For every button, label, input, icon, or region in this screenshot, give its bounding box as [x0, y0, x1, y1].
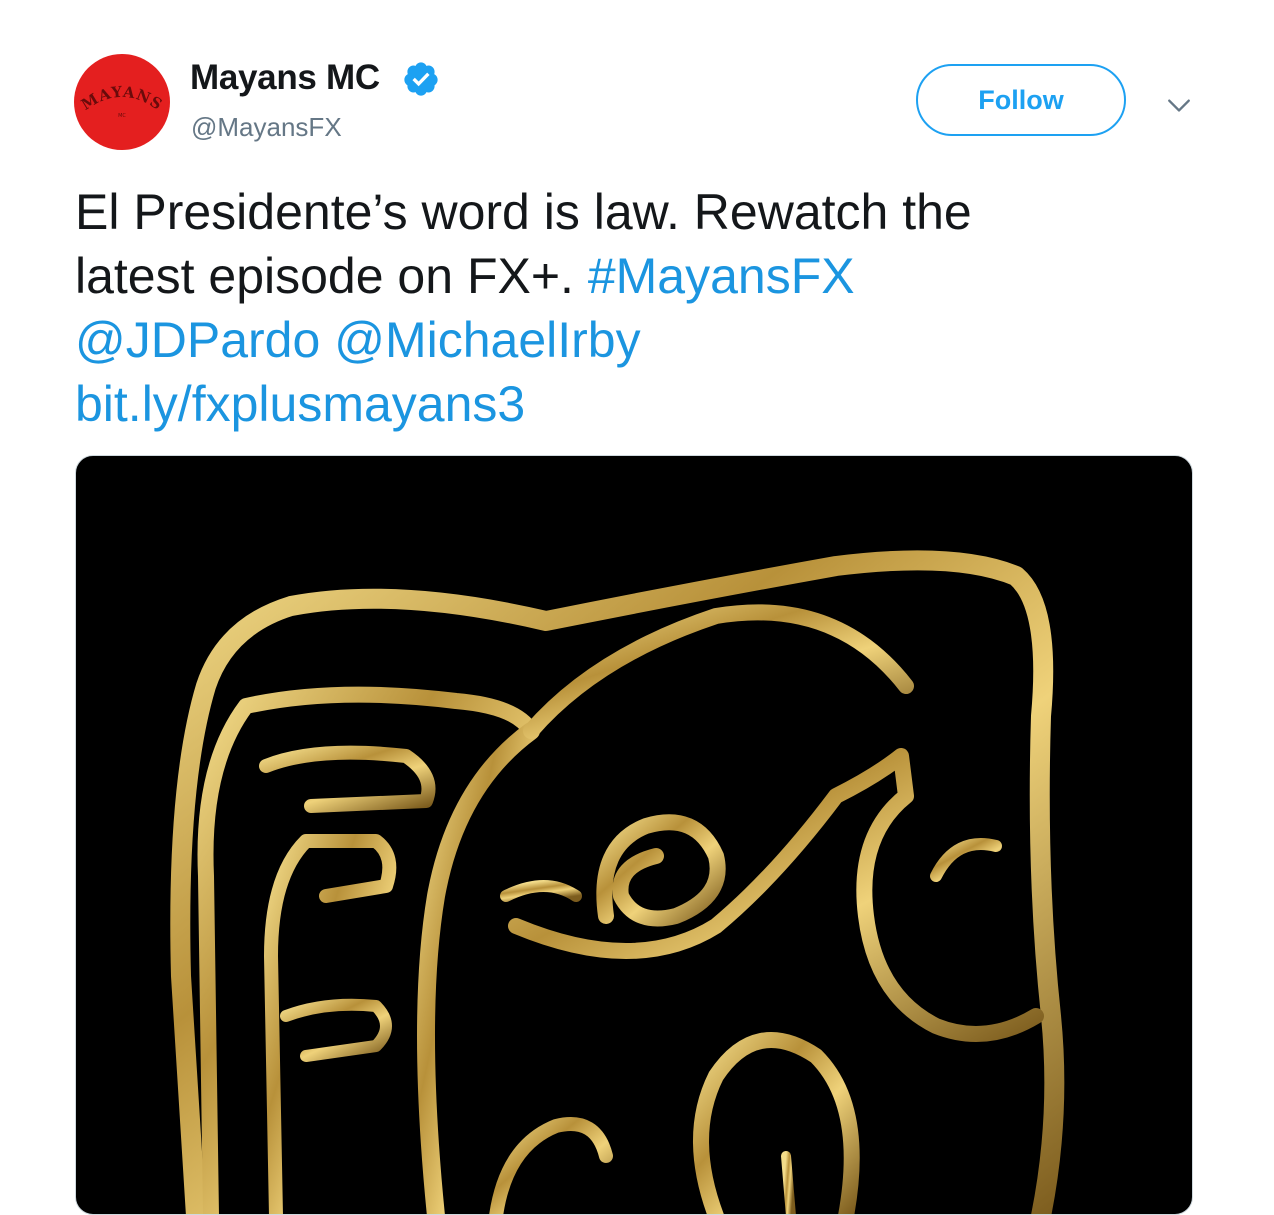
mayan-glyph-image [170, 550, 1065, 1214]
video-thumbnail[interactable] [75, 455, 1193, 1215]
tweet-text-line-2: latest episode on FX+. #MayansFX [75, 244, 1195, 308]
svg-text:MAYANS: MAYANS [78, 83, 166, 114]
avatar-logo-text: MAYANS [78, 83, 165, 114]
mention-link-michaelirby[interactable]: @MichaelIrby [334, 312, 640, 368]
tweet-text-fragment: latest episode on FX+. [75, 248, 574, 304]
display-name[interactable]: Mayans MC [190, 58, 380, 98]
user-handle[interactable]: @MayansFX [191, 112, 342, 143]
tweet-text: El Presidente’s word is law. Rewatch the… [75, 180, 1195, 436]
verified-badge-icon [404, 62, 438, 96]
tweet-text-line-3: @JDPardo @MichaelIrby [75, 308, 1195, 372]
url-link[interactable]: bit.ly/fxplusmayans3 [75, 376, 525, 432]
chevron-down-icon[interactable] [1166, 92, 1192, 118]
hashtag-link[interactable]: #MayansFX [588, 248, 855, 304]
mayans-logo-icon: MAYANS MC [78, 83, 166, 119]
avatar[interactable]: MAYANS MC [74, 54, 170, 150]
mention-link-jdpardo[interactable]: @JDPardo [75, 312, 320, 368]
tweet-text-line-4: bit.ly/fxplusmayans3 [75, 372, 1195, 436]
tweet-text-line-1: El Presidente’s word is law. Rewatch the [75, 184, 972, 240]
follow-button[interactable]: Follow [916, 64, 1126, 136]
avatar-logo-subtext: MC [118, 113, 126, 119]
